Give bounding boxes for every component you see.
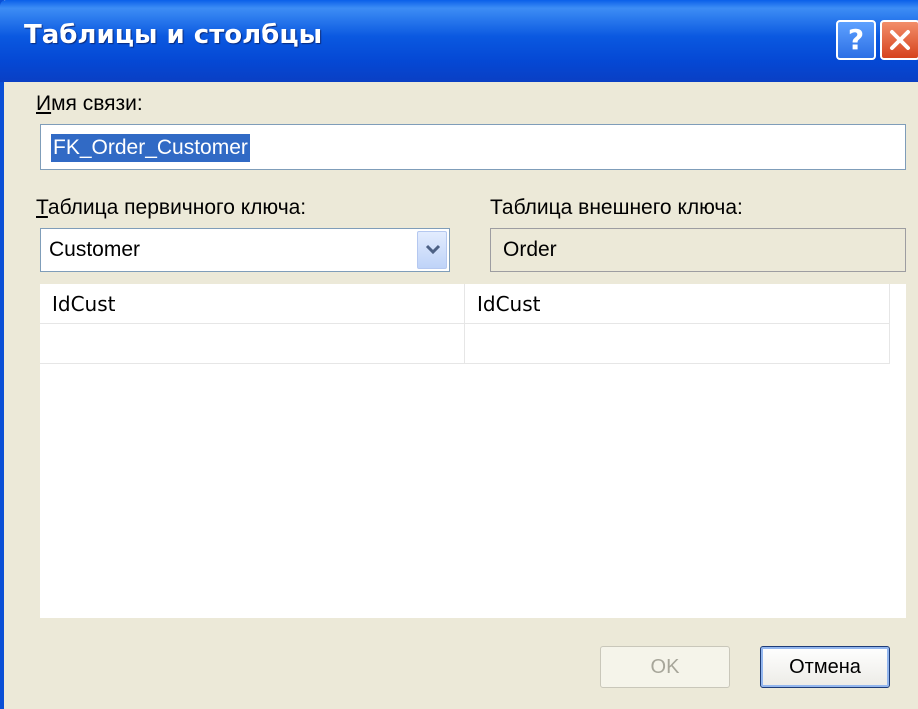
dropdown-button[interactable] <box>417 231 447 269</box>
relationship-name-input[interactable]: FK_Order_Customer <box>40 124 906 170</box>
columns-grid: IdCust IdCust <box>40 284 906 618</box>
foreign-table-value: Order <box>503 238 557 261</box>
foreign-table-label: Таблица внешнего ключа: <box>490 196 743 219</box>
foreign-table-field: Order <box>490 228 906 272</box>
ok-button[interactable]: OK <box>600 646 730 688</box>
relationship-name-label: Имя связи: <box>36 92 143 115</box>
title-bar[interactable]: Таблицы и столбцы ? <box>0 0 918 82</box>
grid-cell-foreign[interactable]: IdCust <box>465 284 890 324</box>
relationship-name-value: FK_Order_Customer <box>51 134 250 162</box>
help-button[interactable]: ? <box>836 20 876 60</box>
chevron-down-icon <box>425 244 441 255</box>
grid-cell-primary[interactable] <box>40 324 465 364</box>
grid-cell-foreign[interactable] <box>465 324 890 364</box>
help-icon: ? <box>847 23 865 56</box>
dialog-window: Таблицы и столбцы ? Имя связи: FK_Order_… <box>0 0 918 709</box>
cancel-button[interactable]: Отмена <box>760 646 890 688</box>
close-button[interactable] <box>880 20 918 60</box>
grid-cell-primary[interactable]: IdCust <box>40 284 465 324</box>
primary-table-value: Customer <box>49 238 141 261</box>
window-title: Таблицы и столбцы <box>24 20 323 50</box>
close-icon <box>890 30 910 50</box>
primary-table-select[interactable]: Customer <box>40 228 450 272</box>
primary-table-label: Таблица первичного ключа: <box>36 196 307 219</box>
